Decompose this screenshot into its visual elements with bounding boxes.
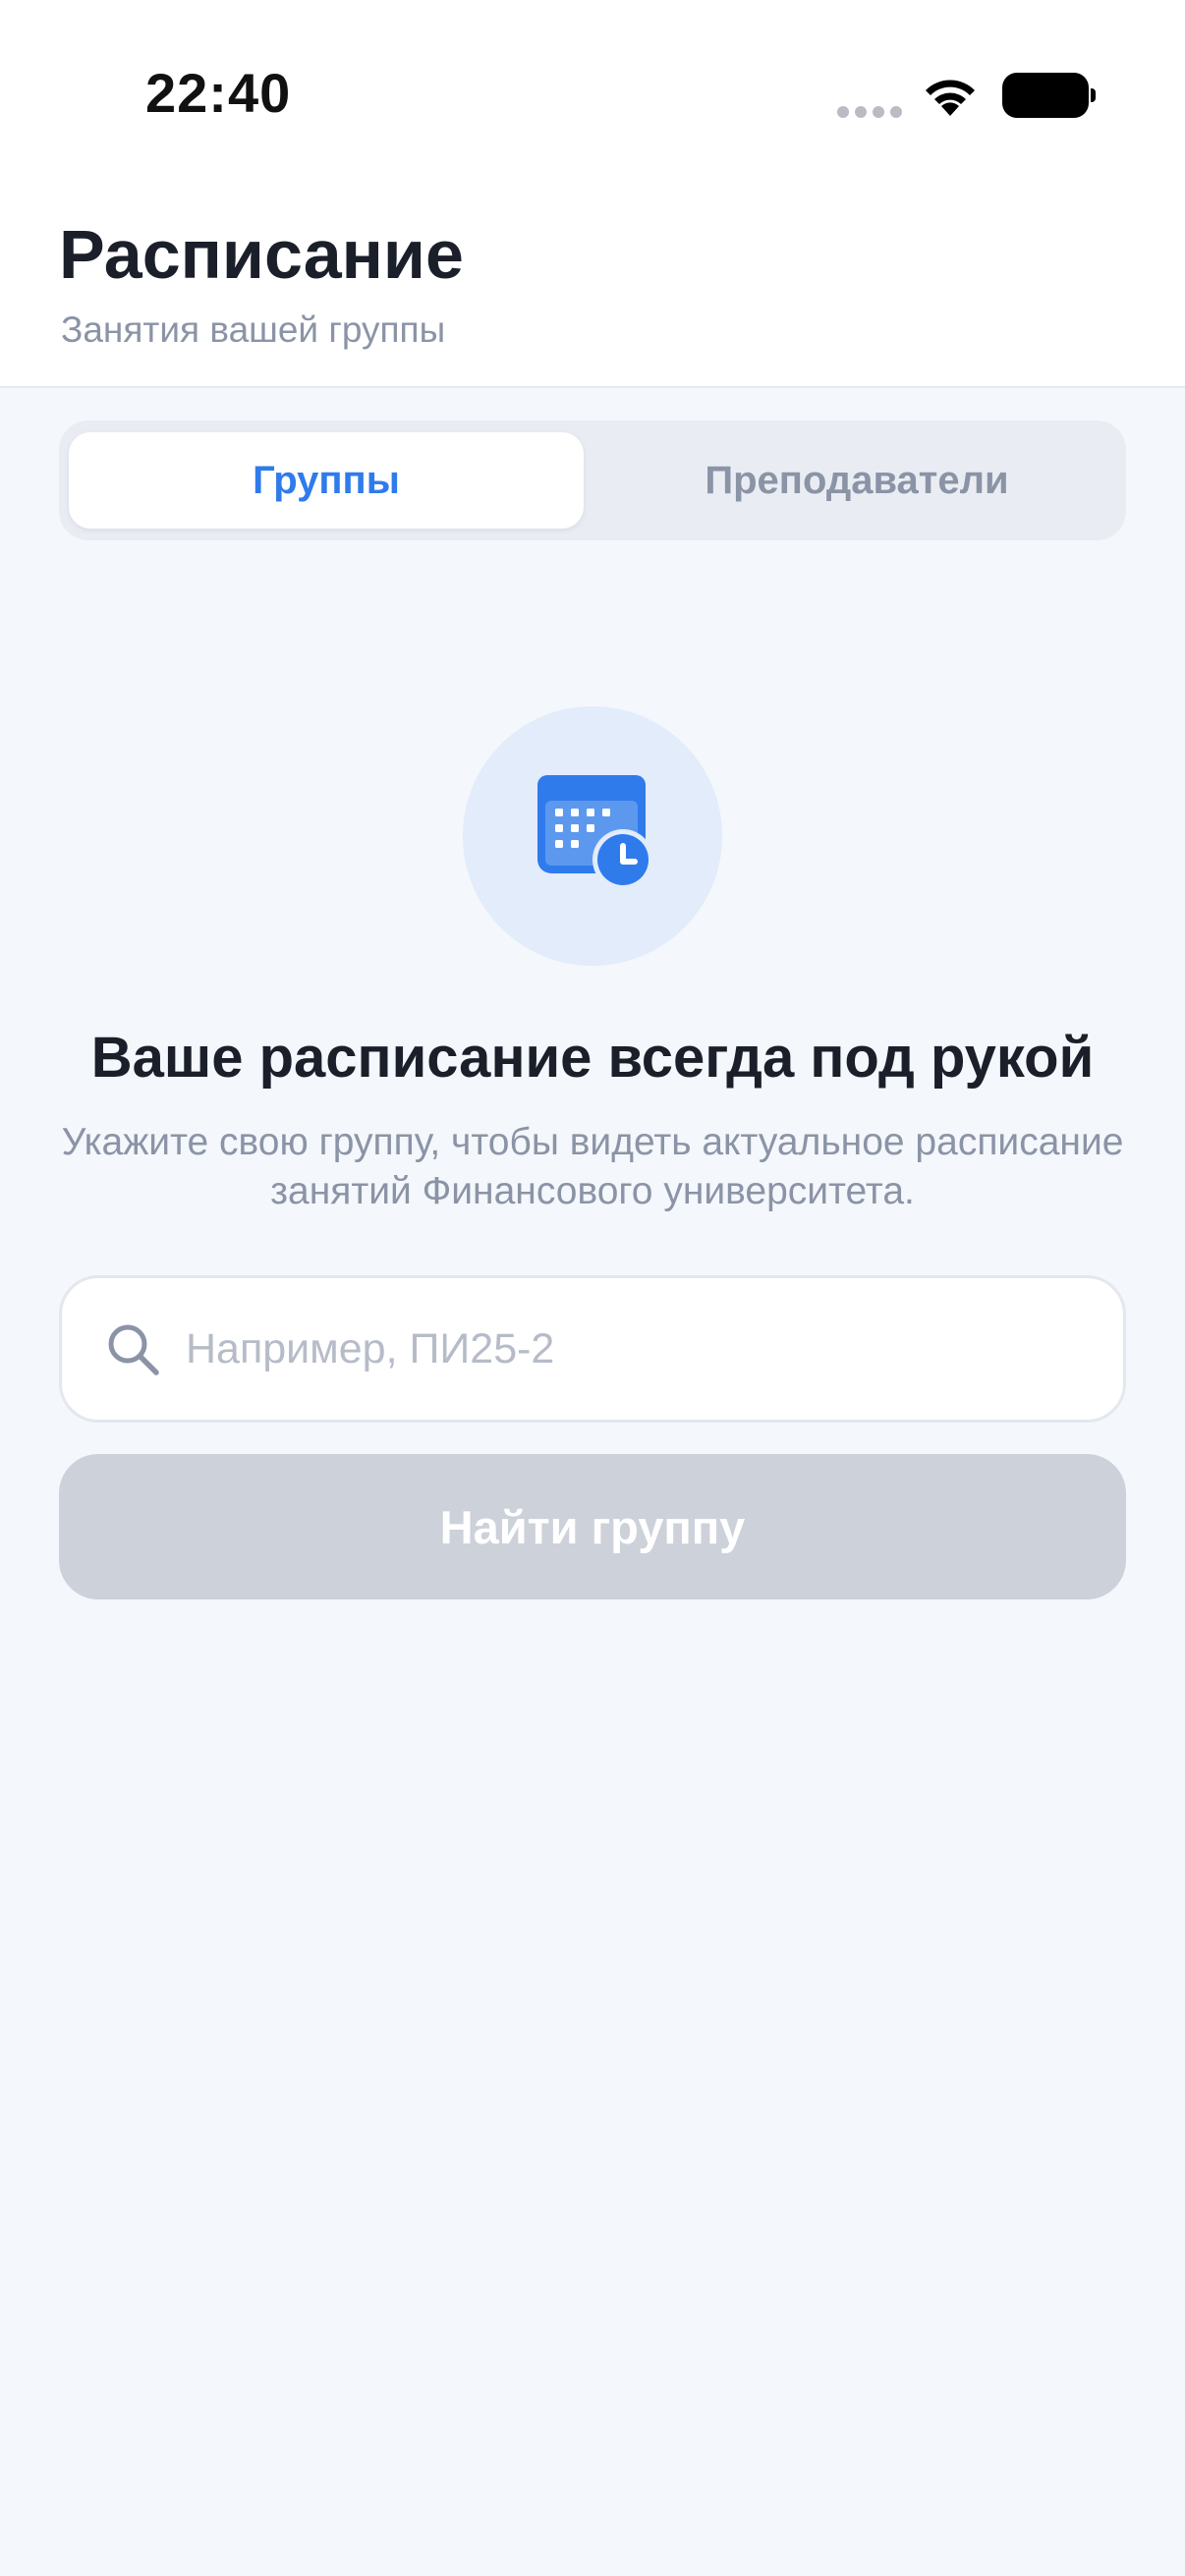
status-time: 22:40 [145, 62, 292, 124]
battery-icon [1002, 73, 1096, 118]
app-header: 22:40 Расписание Занятия вашей группы [0, 0, 1185, 388]
page-subtitle: Занятия вашей группы [61, 309, 446, 350]
empty-state-description: Укажите свою группу, чтобы видеть актуал… [61, 1121, 1124, 1212]
cellular-signal-icon [837, 106, 902, 120]
tab-groups[interactable]: Группы [69, 432, 584, 529]
schedule-type-switcher: Группы Преподаватели [59, 420, 1126, 540]
find-group-button[interactable]: Найти группу [59, 1454, 1126, 1599]
search-icon [108, 1324, 159, 1375]
wifi-icon [926, 80, 975, 116]
group-search-input[interactable] [186, 1278, 1090, 1420]
group-search-box[interactable] [59, 1275, 1126, 1423]
page-title: Расписание [59, 216, 464, 293]
calendar-clock-icon [537, 775, 649, 887]
status-bar: 22:40 [0, 0, 1185, 187]
empty-state-illustration [463, 706, 722, 966]
empty-state-title: Ваше расписание всегда под рукой [90, 1026, 1095, 1090]
tab-teachers[interactable]: Преподаватели [599, 432, 1114, 529]
